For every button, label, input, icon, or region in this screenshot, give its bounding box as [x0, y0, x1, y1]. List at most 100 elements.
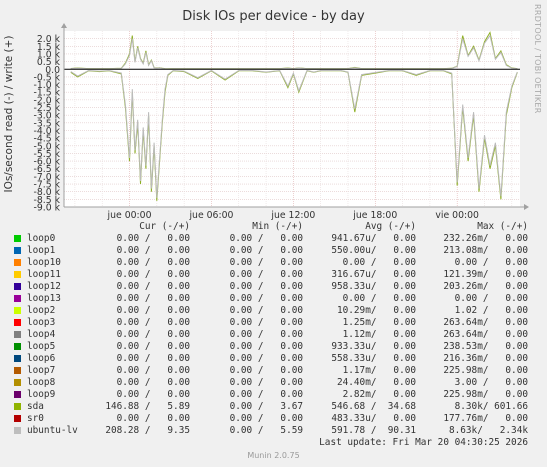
header-avg: Avg (-/+) [365, 221, 416, 232]
legend-name: loop4 [27, 329, 56, 340]
legend-name: loop9 [27, 389, 56, 400]
legend-max: 225.98m/ 0.00 [443, 389, 528, 400]
header-min: Min (-/+) [252, 221, 303, 232]
legend-row: ubuntu-lv 208.28 / 9.35 0.00 / 5.59 591.78 … [0, 425, 547, 437]
legend-min: 0.00 / 0.00 [229, 317, 303, 328]
legend-name: loop13 [27, 293, 61, 304]
legend-row: loop3 0.00 / 0.00 0.00 / 0.00 1.25m/ 0.00 26… [0, 317, 547, 329]
legend-name: loop10 [27, 257, 61, 268]
legend-name: loop12 [27, 281, 61, 292]
legend-name: sr0 [27, 413, 44, 424]
legend-swatch [14, 391, 21, 398]
plot-background [64, 31, 520, 207]
legend-swatch [14, 355, 21, 362]
legend-name: loop8 [27, 377, 56, 388]
legend-row: loop5 0.00 / 0.00 0.00 / 0.00 933.33u/ 0.00… [0, 341, 547, 353]
legend-cur: 0.00 / 0.00 [116, 365, 190, 376]
legend-swatch [14, 427, 21, 434]
legend-min: 0.00 / 0.00 [229, 353, 303, 364]
legend-max: 216.36m/ 0.00 [443, 353, 528, 364]
legend-name: loop6 [27, 353, 56, 364]
legend-row: loop4 0.00 / 0.00 0.00 / 0.00 1.12m/ 0.00 26… [0, 329, 547, 341]
legend-cur: 208.28 / 9.35 [105, 425, 190, 436]
legend-cur: 0.00 / 0.00 [116, 269, 190, 280]
legend-rows: loop0 0.00 / 0.00 0.00 / 0.00 941.67u/ 0.00… [0, 233, 547, 437]
legend-min: 0.00 / 3.67 [229, 401, 303, 412]
legend-max: 263.64m/ 0.00 [443, 317, 528, 328]
legend-swatch [14, 331, 21, 338]
legend-cur: 0.00 / 0.00 [116, 281, 190, 292]
legend-avg: 558.33u/ 0.00 [331, 353, 416, 364]
legend-row: loop9 0.00 / 0.00 0.00 / 0.00 2.82m/ 0.00 22… [0, 389, 547, 401]
legend-header: Cur (-/+) Min (-/+) Avg (-/+) Max (-/+) [0, 221, 547, 233]
legend-min: 0.00 / 0.00 [229, 269, 303, 280]
legend-max: 0.00 / 0.00 [454, 257, 528, 268]
munin-version: Munin 2.0.75 [247, 451, 300, 460]
legend-name: loop11 [27, 269, 61, 280]
legend-cur: 0.00 / 0.00 [116, 245, 190, 256]
y-axis-arrow [61, 23, 67, 28]
x-tick-label: vie 00:00 [435, 210, 479, 220]
legend-avg: 483.33u/ 0.00 [331, 413, 416, 424]
x-tick-label: jue 18:00 [352, 210, 397, 220]
legend-cur: 0.00 / 0.00 [116, 341, 190, 352]
legend-cur: 0.00 / 0.00 [116, 233, 190, 244]
legend-cur: 0.00 / 0.00 [116, 317, 190, 328]
legend-row: loop6 0.00 / 0.00 0.00 / 0.00 558.33u/ 0.00… [0, 353, 547, 365]
legend-min: 0.00 / 5.59 [229, 425, 303, 436]
legend-avg: 1.25m/ 0.00 [342, 317, 416, 328]
legend-max: 225.98m/ 0.00 [443, 365, 528, 376]
legend-max: 177.76m/ 0.00 [443, 413, 528, 424]
legend-avg: 24.40m/ 0.00 [336, 377, 416, 388]
legend-name: loop5 [27, 341, 56, 352]
legend-name: loop0 [27, 233, 56, 244]
legend-max: 213.08m/ 0.00 [443, 245, 528, 256]
x-tick-label: jue 12:00 [270, 210, 315, 220]
legend-cur: 0.00 / 0.00 [116, 293, 190, 304]
legend-min: 0.00 / 0.00 [229, 245, 303, 256]
legend-max: 121.39m/ 0.00 [443, 269, 528, 280]
legend-name: loop7 [27, 365, 56, 376]
legend-max: 263.64m/ 0.00 [443, 329, 528, 340]
legend-avg: 591.78 / 90.31 [331, 425, 416, 436]
legend-avg: 933.33u/ 0.00 [331, 341, 416, 352]
legend-swatch [14, 259, 21, 266]
legend-swatch [14, 235, 21, 242]
legend-row: loop0 0.00 / 0.00 0.00 / 0.00 941.67u/ 0.00… [0, 233, 547, 245]
legend-name: sda [27, 401, 44, 412]
legend-row: sda 146.88 / 5.89 0.00 / 3.67 546.68 / 34.6… [0, 401, 547, 413]
y-tick-label: -9.0 k [34, 203, 61, 214]
legend-avg: 0.00 / 0.00 [342, 293, 416, 304]
legend-row: loop7 0.00 / 0.00 0.00 / 0.00 1.17m/ 0.00 22… [0, 365, 547, 377]
legend-swatch [14, 319, 21, 326]
x-tick-label: jue 06:00 [188, 210, 233, 220]
legend-max: 203.26m/ 0.00 [443, 281, 528, 292]
legend-swatch [14, 247, 21, 254]
legend-swatch [14, 379, 21, 386]
legend-name: loop2 [27, 305, 56, 316]
legend-min: 0.00 / 0.00 [229, 329, 303, 340]
legend-max: 3.00 / 0.00 [454, 377, 528, 388]
legend-avg: 941.67u/ 0.00 [331, 233, 416, 244]
legend-cur: 0.00 / 0.00 [116, 413, 190, 424]
legend-max: 232.26m/ 0.00 [443, 233, 528, 244]
legend-swatch [14, 295, 21, 302]
header-cur: Cur (-/+) [139, 221, 190, 232]
legend-max: 8.63k/ 2.34k [448, 425, 528, 436]
legend-avg: 546.68 / 34.68 [331, 401, 416, 412]
legend-name: loop3 [27, 317, 56, 328]
legend-avg: 1.17m/ 0.00 [342, 365, 416, 376]
header-max: Max (-/+) [477, 221, 528, 232]
last-update: Last update: Fri Mar 20 04:30:25 2026 [319, 437, 528, 448]
legend-min: 0.00 / 0.00 [229, 293, 303, 304]
legend-name: loop1 [27, 245, 56, 256]
legend-min: 0.00 / 0.00 [229, 257, 303, 268]
legend-cur: 146.88 / 5.89 [105, 401, 190, 412]
legend-swatch [14, 403, 21, 410]
legend-min: 0.00 / 0.00 [229, 305, 303, 316]
legend-cur: 0.00 / 0.00 [116, 389, 190, 400]
legend-name: ubuntu-lv [27, 425, 78, 436]
legend-swatch [14, 271, 21, 278]
legend-avg: 958.33u/ 0.00 [331, 281, 416, 292]
legend-row: loop13 0.00 / 0.00 0.00 / 0.00 0.00 / 0.00 0… [0, 293, 547, 305]
